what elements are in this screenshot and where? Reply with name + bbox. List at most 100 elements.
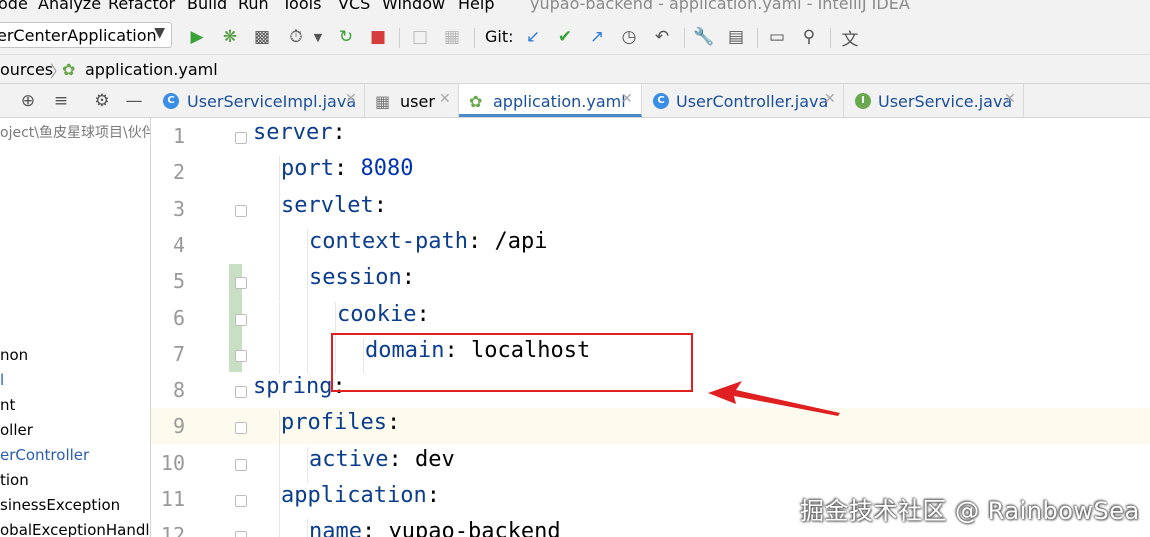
breadcrumb-item-file[interactable]: application.yaml <box>85 60 218 79</box>
yaml-colon: : <box>388 446 402 472</box>
fold-marker-icon[interactable] <box>235 495 247 507</box>
search-icon[interactable]: ⚲ <box>798 26 820 48</box>
code-line[interactable]: servlet: <box>281 193 387 218</box>
close-icon[interactable]: ✕ <box>439 91 451 107</box>
fold-marker-icon[interactable] <box>235 349 247 362</box>
tree-item[interactable]: non <box>0 346 28 364</box>
yaml-colon: : <box>332 120 346 145</box>
fold-marker-icon[interactable] <box>235 458 247 471</box>
indent-guide <box>279 228 280 266</box>
project-panel: oject\鱼皮星球项目\伙伴 non l nt oller erControl… <box>0 118 151 537</box>
yaml-colon: : <box>416 301 430 327</box>
run-icon[interactable]: ▶ <box>186 26 208 48</box>
menu-item-analyze[interactable]: Analyze <box>38 0 101 13</box>
tab-userservice[interactable]: I UserService.java ✕ <box>844 84 1024 117</box>
close-icon[interactable]: ✕ <box>1004 91 1016 107</box>
fold-marker-icon[interactable] <box>235 386 247 399</box>
rerun-icon[interactable]: ↻ <box>335 26 357 48</box>
fold-marker-icon[interactable] <box>235 531 247 537</box>
line-number: 6 <box>172 305 185 330</box>
tab-label: UserController.java <box>676 92 829 111</box>
translate-icon[interactable]: 文 <box>839 26 861 50</box>
indent-guide <box>307 265 308 302</box>
collapse-all-icon[interactable]: ≡ <box>51 91 71 111</box>
close-icon[interactable]: ✕ <box>621 91 633 107</box>
indent-guide <box>307 337 308 375</box>
terminal-icon[interactable]: ▭ <box>766 26 788 48</box>
indent-guide <box>279 519 280 537</box>
table-icon: ▦ <box>375 92 391 111</box>
annotation-arrow <box>708 381 840 416</box>
close-icon[interactable]: ✕ <box>345 91 357 107</box>
hide-panel-icon[interactable]: — <box>124 91 144 111</box>
tab-label: application.yaml <box>493 92 626 111</box>
line-number: 4 <box>172 232 185 257</box>
menu-item-run[interactable]: Run <box>238 0 269 13</box>
menu-item-refactor[interactable]: Refactor <box>108 0 175 13</box>
line-number: 12 <box>160 523 185 537</box>
close-icon[interactable]: ✕ <box>824 91 836 107</box>
yaml-colon: : <box>467 228 482 254</box>
locate-target-icon[interactable]: ⊕ <box>18 91 38 111</box>
yaml-colon: : <box>361 519 376 537</box>
yaml-file-icon: ✿ <box>62 60 76 79</box>
git-push-icon[interactable]: ↗ <box>586 26 608 48</box>
menu-item-vcs[interactable]: VCS <box>338 0 370 13</box>
debug-icon[interactable]: ❋ <box>219 26 241 48</box>
code-line[interactable]: context-path: /api <box>309 229 547 254</box>
tab-user-table[interactable]: ▦ user ✕ <box>365 84 459 117</box>
fold-marker-icon[interactable] <box>235 277 247 290</box>
git-commit-icon[interactable]: ✔ <box>554 26 576 48</box>
tab-application-yaml[interactable]: ✿ application.yaml ✕ <box>459 84 642 117</box>
build-artifacts-icon[interactable]: ▦ <box>441 26 463 48</box>
tree-item[interactable]: tion <box>0 471 29 489</box>
settings-wrench-icon[interactable]: 🔧 <box>693 26 715 48</box>
indent-guide <box>279 446 280 483</box>
line-number: 11 <box>160 487 185 511</box>
attach-debugger-icon[interactable]: □ <box>409 26 431 48</box>
fold-marker-icon[interactable] <box>235 422 247 435</box>
tree-item[interactable]: nt <box>0 396 15 414</box>
toolbar-divider <box>830 28 831 48</box>
tree-item[interactable]: obalExceptionHandler <box>0 521 150 537</box>
coverage-icon[interactable]: ▩ <box>251 26 273 48</box>
gear-icon[interactable]: ⚙ <box>92 91 112 111</box>
window-title: yupao-backend - application.yaml - Intel… <box>530 0 910 13</box>
menu-item-help[interactable]: Help <box>458 0 494 13</box>
code-line[interactable]: port: 8080 <box>281 156 413 181</box>
project-structure-icon[interactable]: ▤ <box>725 26 747 48</box>
fold-marker-icon[interactable] <box>235 204 247 217</box>
menu-bar: ode Analyze Refactor Build Run Tools VCS… <box>0 0 1150 20</box>
breadcrumb-item-resources[interactable]: ources <box>0 60 53 79</box>
menu-item-tools[interactable]: Tools <box>282 0 321 13</box>
tree-item[interactable]: sinessException <box>0 496 120 514</box>
tree-item-usercontroller[interactable]: erController <box>0 446 89 464</box>
git-rollback-icon[interactable]: ↶ <box>651 26 673 48</box>
indent-guide <box>279 483 280 520</box>
code-line[interactable]: profiles: <box>281 410 400 435</box>
profile-icon[interactable]: ⏱ <box>285 26 307 48</box>
code-editor[interactable]: 1 server: 2 port: 8080 3 servlet: 4 context-pat… <box>151 118 1150 537</box>
menu-item-code[interactable]: ode <box>0 0 28 13</box>
tree-item[interactable]: oller <box>0 421 33 439</box>
fold-marker-icon[interactable] <box>235 313 247 326</box>
git-history-icon[interactable]: ◷ <box>618 26 640 48</box>
menu-item-build[interactable]: Build <box>187 0 227 13</box>
profile-dropdown-icon[interactable]: ▼ <box>307 26 329 48</box>
class-icon: C <box>653 93 669 109</box>
run-configuration-select[interactable]: erCenterApplication ▼ <box>0 22 172 48</box>
tab-userserviceimpl[interactable]: C UserServiceImpl.java ✕ <box>151 84 365 117</box>
code-line[interactable]: active: dev <box>309 447 455 472</box>
watermark: 掘金技术社区 @ RainbowSea <box>800 497 1140 525</box>
code-line[interactable]: name: yupao-backend <box>309 519 561 537</box>
code-line[interactable]: cookie: <box>337 302 430 327</box>
stop-icon[interactable]: ■ <box>367 26 389 48</box>
tab-usercontroller[interactable]: C UserController.java ✕ <box>642 84 844 117</box>
tree-item[interactable]: l <box>0 371 4 389</box>
fold-marker-icon[interactable] <box>235 132 247 144</box>
git-update-icon[interactable]: ↙ <box>522 26 544 48</box>
code-line[interactable]: application: <box>281 483 440 508</box>
menu-item-window[interactable]: Window <box>382 0 445 13</box>
code-line[interactable]: server: <box>253 120 346 145</box>
code-line[interactable]: session: <box>309 265 415 290</box>
